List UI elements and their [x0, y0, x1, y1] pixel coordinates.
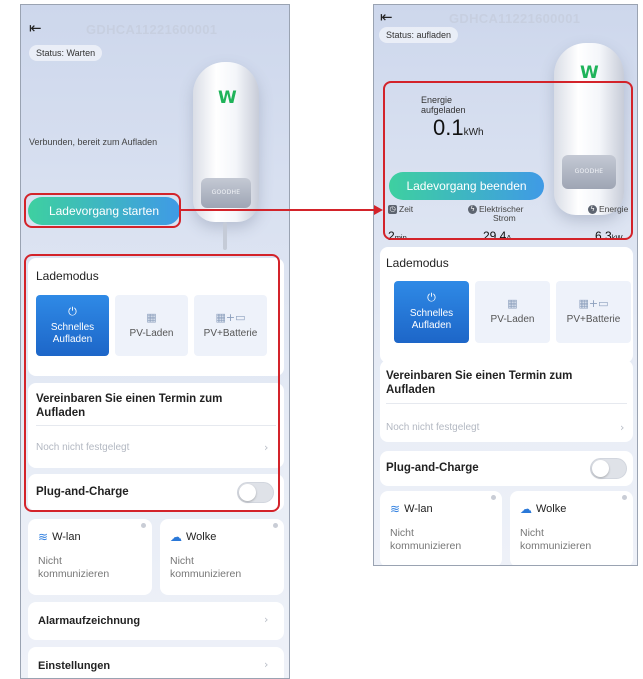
chevron-right-icon: ›: [264, 658, 269, 671]
charger-cable: [223, 222, 227, 250]
device-id: GDHCA11221600001: [449, 11, 581, 26]
exit-icon[interactable]: ⇤: [29, 19, 42, 37]
cloud-status: Nicht kommunizieren: [170, 555, 241, 581]
mode-fast-charge[interactable]: ⏻ Schnelles Aufladen: [394, 281, 469, 343]
wlan-status-line2: kommunizieren: [38, 568, 110, 580]
toggle-knob: [592, 460, 609, 477]
settings-row[interactable]: Einstellungen ›: [28, 647, 284, 678]
cloud-label: Wolke: [536, 503, 567, 515]
divider: [386, 403, 627, 404]
mode-pv-battery[interactable]: ▦+▭ PV+Batterie: [556, 281, 631, 343]
settings-label: Einstellungen: [38, 660, 111, 672]
cloud-status-line1: Nicht: [170, 555, 194, 567]
annotation-arrow-head: [374, 205, 383, 215]
cloud-status-line2: kommunizieren: [520, 540, 592, 552]
alarm-record-row[interactable]: Alarmaufzeichnung ›: [28, 602, 284, 640]
status-dot: [141, 523, 146, 528]
wifi-icon: ≋: [390, 502, 401, 516]
highlight-start-button: [24, 193, 181, 228]
exit-icon[interactable]: ⇤: [380, 8, 393, 26]
cloud-card[interactable]: ☁ Wolke Nicht kommunizieren: [160, 519, 284, 595]
cloud-status-line1: Nicht: [520, 527, 544, 539]
chevron-right-icon: ›: [264, 613, 269, 626]
cloud-icon: ☁: [170, 530, 182, 544]
plug-and-charge-card: Plug-and-Charge: [380, 451, 633, 486]
cloud-icon: ☁: [520, 502, 532, 516]
mode-label: PV-Laden: [490, 314, 535, 325]
wlan-label: W-lan: [52, 531, 81, 543]
wlan-status: Nicht kommunizieren: [390, 527, 461, 553]
mode-pv-charge[interactable]: ▦ PV-Laden: [475, 281, 550, 343]
status-dot: [491, 495, 496, 500]
device-id: GDHCA11221600001: [86, 22, 218, 37]
highlight-settings-block: [24, 254, 280, 512]
schedule-card[interactable]: Vereinbaren Sie einen Termin zum Auflade…: [380, 360, 633, 442]
cloud-label: Wolke: [186, 531, 217, 543]
charger-logo-icon: W: [580, 63, 599, 83]
status-dot: [273, 523, 278, 528]
wlan-card[interactable]: ≋ W-lan Nicht kommunizieren: [380, 491, 502, 565]
charging-mode-title: Lademodus: [386, 256, 449, 270]
status-dot: [622, 495, 627, 500]
status-badge: Status: aufladen: [379, 27, 459, 43]
connection-status-text: Verbunden, bereit zum Aufladen: [29, 137, 158, 147]
charger-plate: GOODHE: [201, 178, 251, 208]
annotation-arrow-line: [181, 209, 374, 211]
charging-mode-card: Lademodus ⏻ Schnelles Aufladen ▦ PV-Lade…: [380, 247, 633, 363]
chevron-right-icon: ›: [620, 421, 625, 434]
schedule-title: Vereinbaren Sie einen Termin zum Auflade…: [386, 369, 572, 397]
plug-and-charge-label: Plug-and-Charge: [386, 462, 479, 474]
cloud-title: ☁ Wolke: [520, 502, 566, 516]
wlan-label: W-lan: [404, 503, 433, 515]
schedule-title-line1: Vereinbaren Sie einen Termin zum: [386, 370, 573, 382]
charger-logo-icon: W: [218, 88, 237, 108]
schedule-title-line2: Aufladen: [386, 384, 436, 396]
mode-label: PV+Batterie: [566, 314, 621, 325]
status-badge: Status: Warten: [29, 45, 103, 61]
wlan-status: Nicht kommunizieren: [38, 555, 109, 581]
wlan-card[interactable]: ≋ W-lan Nicht kommunizieren: [28, 519, 152, 595]
alarm-record-label: Alarmaufzeichnung: [38, 615, 141, 627]
highlight-energy-panel: [383, 81, 633, 240]
solar-panel-icon: ▦: [507, 297, 518, 310]
wlan-status-line1: Nicht: [390, 527, 414, 539]
cloud-status: Nicht kommunizieren: [520, 527, 591, 553]
cloud-title: ☁ Wolke: [170, 530, 216, 544]
wlan-status-line1: Nicht: [38, 555, 62, 567]
wlan-title: ≋ W-lan: [390, 502, 433, 516]
mode-label: Schnelles: [409, 308, 454, 319]
charging-mode-options: ⏻ Schnelles Aufladen ▦ PV-Laden ▦+▭ PV+B…: [394, 281, 631, 343]
cloud-card[interactable]: ☁ Wolke Nicht kommunizieren: [510, 491, 633, 565]
schedule-value: Noch nicht festgelegt: [386, 422, 480, 433]
mode-label: Aufladen: [411, 320, 452, 331]
wlan-status-line2: kommunizieren: [390, 540, 462, 552]
bolt-icon: ⏻: [427, 291, 436, 304]
plug-and-charge-toggle[interactable]: [590, 458, 627, 479]
wifi-icon: ≋: [38, 530, 49, 544]
wlan-title: ≋ W-lan: [38, 530, 81, 544]
solar-battery-icon: ▦+▭: [578, 297, 609, 310]
cloud-status-line2: kommunizieren: [170, 568, 242, 580]
